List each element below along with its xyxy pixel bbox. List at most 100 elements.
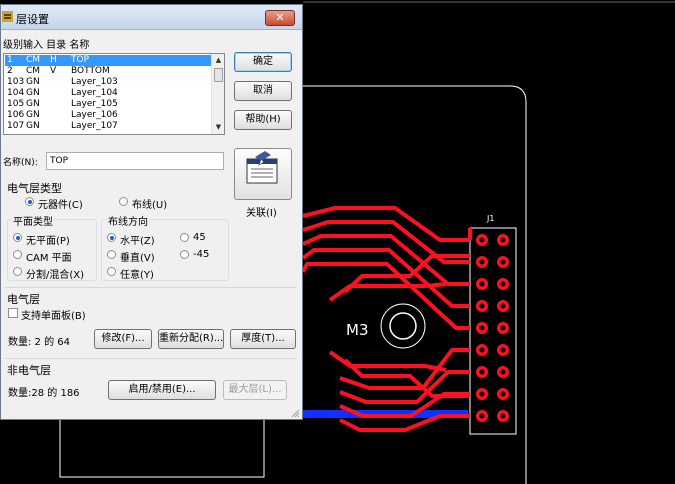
close-icon: ✕ — [275, 11, 285, 24]
scroll-up-icon[interactable]: ▲ — [212, 54, 224, 67]
layer-row[interactable]: 104 GN Layer_104 — [5, 88, 211, 99]
pad-drill — [479, 281, 485, 287]
layer-name: Layer_105 — [71, 99, 118, 109]
degm45-label: -45 — [193, 249, 210, 260]
layer-name: Layer_104 — [71, 88, 118, 98]
pad-drill — [479, 347, 485, 353]
max-layer-button[interactable]: 最大层(L)... — [223, 380, 287, 400]
enable-disable-button[interactable]: 启用/禁用(E)... — [108, 380, 216, 400]
layer-dir: H — [50, 55, 57, 65]
pad-drill — [500, 325, 506, 331]
layer-setup-dialog: 层设置 ✕ 级别输入 目录 名称 1 CM H TOP 2 CM V BOTTOM 103 GN L… — [0, 4, 303, 420]
vertical-label: 垂直(V) — [120, 253, 155, 264]
plane-type-title: 平面类型 — [12, 213, 54, 228]
layer-dir: V — [50, 66, 57, 76]
pad-drill — [479, 325, 485, 331]
layer-list[interactable]: 1 CM H TOP 2 CM V BOTTOM 103 GN Layer_103 104 GN Laye… — [3, 53, 225, 135]
layer-row[interactable]: 103 GN Layer_103 — [5, 77, 211, 88]
list-header: 级别输入 目录 名称 — [3, 40, 90, 51]
layer-row[interactable]: 2 CM V BOTTOM — [5, 66, 211, 77]
name-input[interactable]: TOP — [46, 152, 224, 170]
divider — [5, 287, 297, 288]
associate-icon — [246, 151, 278, 184]
component-label: 元器件(C) — [38, 200, 83, 211]
name-label: 名称(N): — [3, 158, 38, 168]
ok-button[interactable]: 确定 — [234, 52, 292, 72]
app-icon — [2, 11, 13, 22]
pad-drill — [500, 347, 506, 353]
layer-row[interactable]: 105 GN Layer_105 — [5, 99, 211, 110]
reassign-button[interactable]: 重新分配(R)... — [158, 329, 224, 349]
split-mixed-label: 分割/混合(X) — [26, 270, 85, 281]
list-scrollbar[interactable]: ▲ ▼ — [211, 54, 224, 134]
help-button[interactable]: 帮助(H) — [234, 110, 292, 130]
scroll-down-icon[interactable]: ▼ — [212, 121, 224, 134]
layer-row[interactable]: 1 CM H TOP — [5, 55, 211, 66]
modify-button[interactable]: 修改(F)... — [94, 329, 152, 349]
resize-grip-icon[interactable] — [290, 408, 300, 418]
scroll-thumb[interactable] — [214, 68, 223, 82]
pad-drill — [479, 413, 485, 419]
layer-type: CM — [26, 55, 41, 65]
radio-component[interactable] — [25, 197, 34, 206]
deg45-label: 45 — [193, 232, 206, 243]
pad-drill — [500, 303, 506, 309]
radio-horizontal[interactable] — [107, 233, 116, 242]
divider — [5, 358, 297, 359]
single-side-checkbox[interactable] — [8, 308, 18, 318]
layer-level: 107 — [7, 121, 25, 131]
layer-type: GN — [26, 99, 40, 109]
radio-vertical[interactable] — [107, 250, 116, 259]
dialog-title: 层设置 — [16, 13, 49, 26]
layer-row[interactable]: 106 GN Layer_106 — [5, 110, 211, 121]
single-side-label: 支持单面板(B) — [21, 311, 86, 322]
radio-minus-45[interactable] — [180, 250, 189, 259]
associate-button[interactable] — [234, 148, 292, 200]
any-label: 任意(Y) — [120, 270, 154, 281]
no-plane-label: 无平面(P) — [26, 236, 70, 247]
layer-row[interactable]: 107 GN Layer_107 — [5, 121, 211, 132]
nonelec-count: 数量:28 的 186 — [8, 388, 80, 399]
layer-level: 2 — [7, 66, 13, 76]
pad-drill — [479, 303, 485, 309]
radio-no-plane[interactable] — [13, 233, 22, 242]
layer-type: GN — [26, 121, 40, 131]
cancel-button[interactable]: 取消 — [234, 81, 292, 101]
layer-type: GN — [26, 110, 40, 120]
layer-type: GN — [26, 88, 40, 98]
cam-plane-label: CAM 平面 — [26, 253, 72, 264]
layer-name: BOTTOM — [71, 66, 110, 76]
layer-name: Layer_106 — [71, 110, 118, 120]
connector-ref: J1 — [486, 214, 494, 223]
pad-drill — [500, 413, 506, 419]
radio-split-mixed[interactable] — [13, 267, 22, 276]
horizontal-label: 水平(Z) — [120, 236, 155, 247]
pad-drill — [500, 391, 506, 397]
pad-drill — [500, 259, 506, 265]
radio-routing[interactable] — [119, 197, 128, 206]
title-bar[interactable]: 层设置 ✕ — [1, 5, 302, 30]
pad-drill — [500, 281, 506, 287]
elec-layer-title: 电气层 — [7, 293, 40, 306]
layer-name: Layer_103 — [71, 77, 118, 87]
nonelec-title: 非电气层 — [7, 364, 51, 377]
layer-level: 1 — [7, 55, 13, 65]
mounting-hole-outer — [380, 303, 426, 349]
radio-45[interactable] — [180, 233, 189, 242]
pad-drill — [479, 369, 485, 375]
layer-name: Layer_107 — [71, 121, 118, 131]
layer-type: CM — [26, 66, 41, 76]
layer-level: 106 — [7, 110, 25, 120]
radio-cam-plane[interactable] — [13, 250, 22, 259]
pad-drill — [479, 259, 485, 265]
route-dir-title: 布线方向 — [107, 213, 149, 228]
layer-name: TOP — [71, 55, 90, 65]
layer-level: 105 — [7, 99, 25, 109]
close-button[interactable]: ✕ — [265, 10, 295, 26]
thickness-button[interactable]: 厚度(T)... — [230, 329, 296, 349]
elec-layer-count: 数量: 2 的 64 — [8, 337, 70, 348]
pad-drill — [500, 369, 506, 375]
radio-any[interactable] — [107, 267, 116, 276]
associate-label: 关联(I) — [246, 208, 277, 219]
routing-label: 布线(U) — [132, 200, 168, 211]
